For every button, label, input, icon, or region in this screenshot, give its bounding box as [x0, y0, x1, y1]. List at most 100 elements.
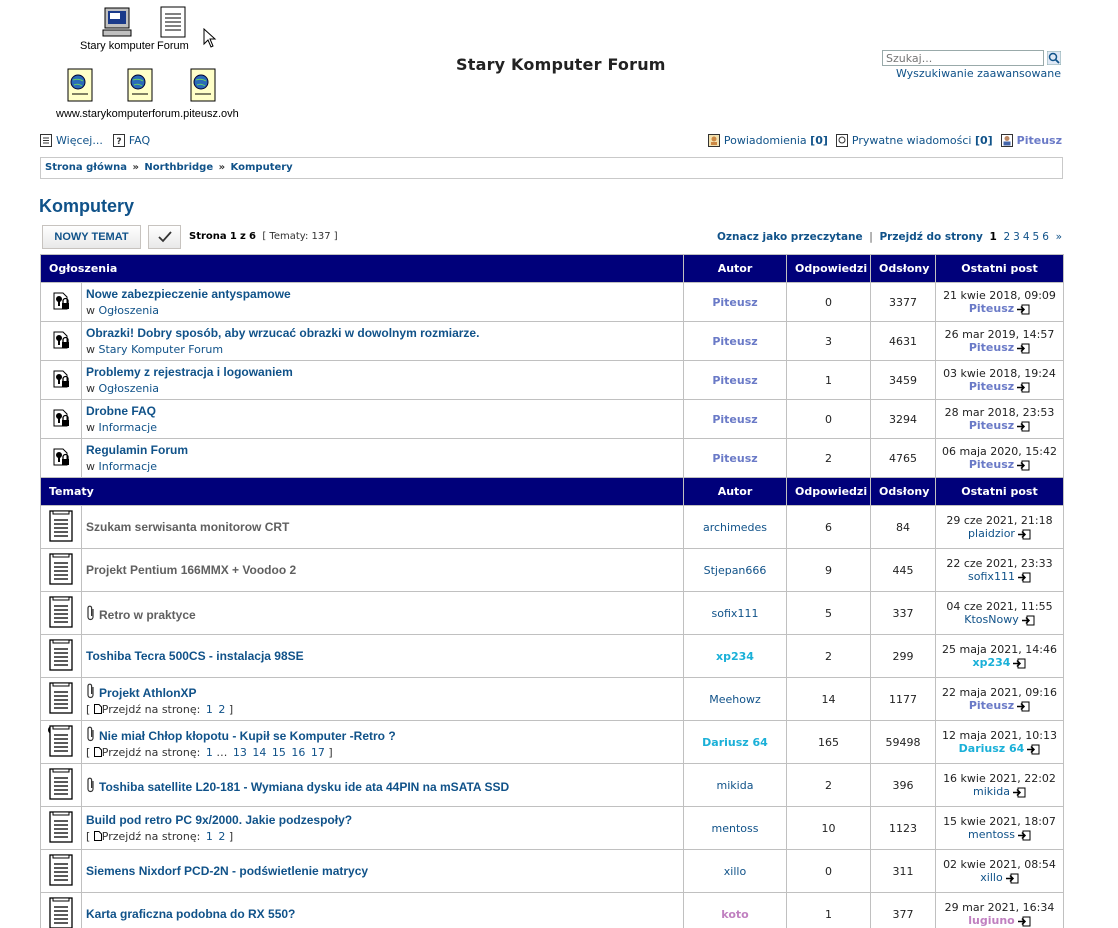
goto-last-post-icon[interactable]	[1016, 343, 1030, 354]
topic-page-link[interactable]: 1	[206, 703, 213, 716]
goto-last-post-icon[interactable]	[1017, 529, 1031, 540]
author-link[interactable]: Dariusz 64	[702, 736, 768, 749]
author-link[interactable]: archimedes	[703, 521, 767, 534]
advanced-search-link[interactable]: Wyszukiwanie zaawansowane	[896, 67, 1061, 80]
last-post-author[interactable]: mentoss	[968, 828, 1015, 841]
new-topic-button[interactable]: NOWY TEMAT	[42, 225, 141, 249]
goto-last-post-icon[interactable]	[1005, 873, 1019, 884]
topic-title-link[interactable]: Problemy z rejestracja i logowaniem	[86, 365, 293, 379]
mark-read-tick-button[interactable]	[148, 225, 181, 249]
topic-page-link[interactable]: 16	[291, 746, 305, 759]
author-link[interactable]: Piteusz	[712, 452, 757, 465]
topic-title-link[interactable]: Regulamin Forum	[86, 443, 188, 457]
topic-page-link[interactable]: 14	[252, 746, 266, 759]
topic-title-link[interactable]: Szukam serwisanta monitorow CRT	[86, 520, 289, 534]
goto-last-post-icon[interactable]	[1016, 421, 1030, 432]
author-link[interactable]: xp234	[716, 650, 754, 663]
topic-title-link[interactable]: Siemens Nixdorf PCD-2N - podświetlenie m…	[86, 864, 368, 878]
more-link[interactable]: Więcej...	[56, 134, 103, 147]
forum-link[interactable]: Informacje	[99, 460, 157, 473]
last-post-author[interactable]: Piteusz	[969, 380, 1014, 393]
goto-last-post-icon[interactable]	[1026, 744, 1040, 755]
topic-page-link[interactable]: 2	[218, 830, 225, 843]
last-post-author[interactable]: Piteusz	[969, 699, 1014, 712]
goto-last-post-icon[interactable]	[1016, 460, 1030, 471]
topic-title-link[interactable]: Karta graficzna podobna do RX 550?	[86, 907, 295, 921]
author-link[interactable]: Stjepan666	[704, 564, 767, 577]
last-post-author[interactable]: mikida	[973, 785, 1010, 798]
last-post-author[interactable]: plaidzior	[968, 527, 1015, 540]
desktop-icon-stary-komputer[interactable]: Stary komputer	[80, 6, 155, 52]
topic-page-link[interactable]: 13	[233, 746, 247, 759]
topic-title-link[interactable]: Toshiba satellite L20-181 - Wymiana dysk…	[99, 780, 509, 794]
topic-title-link[interactable]: Toshiba Tecra 500CS - instalacja 98SE	[86, 649, 304, 663]
author-link[interactable]: Piteusz	[712, 335, 757, 348]
topic-title-link[interactable]: Nie miał Chłop kłopotu - Kupił se Komput…	[99, 729, 396, 743]
author-link[interactable]: Piteusz	[712, 296, 757, 309]
search-icon[interactable]	[1047, 51, 1061, 65]
notifications-link[interactable]: Powiadomienia [0]	[724, 134, 828, 147]
user-profile-link[interactable]: Piteusz	[1017, 134, 1062, 147]
author-link[interactable]: xillo	[724, 865, 746, 878]
author-link[interactable]: Meehowz	[709, 693, 761, 706]
breadcrumb-komputery[interactable]: Komputery	[231, 162, 293, 173]
web-document-icon[interactable]	[126, 68, 154, 102]
topic-title-link[interactable]: Projekt AthlonXP	[99, 686, 197, 700]
last-post-author[interactable]: Piteusz	[969, 341, 1014, 354]
last-post-author[interactable]: KtosNowy	[964, 613, 1018, 626]
last-post-author[interactable]: xillo	[980, 871, 1002, 884]
last-post-author[interactable]: lugiuno	[968, 914, 1014, 927]
topic-title-link[interactable]: Drobne FAQ	[86, 404, 156, 418]
topic-title-link[interactable]: Retro w praktyce	[99, 608, 196, 622]
goto-last-post-icon[interactable]	[1017, 916, 1031, 927]
author-link[interactable]: koto	[721, 908, 748, 921]
goto-last-post-icon[interactable]	[1016, 382, 1030, 393]
topic-page-link[interactable]: 1	[206, 830, 213, 843]
goto-last-post-icon[interactable]	[1012, 787, 1026, 798]
faq-link[interactable]: FAQ	[129, 134, 150, 147]
topic-title-link[interactable]: Projekt Pentium 166MMX + Voodoo 2	[86, 563, 296, 577]
breadcrumb-home[interactable]: Strona główna	[45, 162, 127, 173]
page-number-link[interactable]: 5	[1033, 231, 1040, 243]
author-link[interactable]: sofix111	[712, 607, 759, 620]
last-post-author[interactable]: Piteusz	[969, 419, 1014, 432]
goto-last-post-icon[interactable]	[1017, 830, 1031, 841]
goto-page-link[interactable]: Przejdź do strony	[879, 231, 982, 243]
web-document-icon[interactable]	[66, 68, 94, 102]
last-post-author[interactable]: sofix111	[968, 570, 1015, 583]
topic-title-link[interactable]: Nowe zabezpieczenie antyspamowe	[86, 287, 291, 301]
goto-last-post-icon[interactable]	[1016, 304, 1030, 315]
mark-read-link[interactable]: Oznacz jako przeczytane	[717, 231, 863, 243]
author-link[interactable]: mentoss	[712, 822, 759, 835]
topic-page-link[interactable]: 15	[272, 746, 286, 759]
last-post-author[interactable]: Dariusz 64	[959, 742, 1025, 755]
desktop-icon-forum[interactable]: Forum	[157, 6, 189, 52]
topic-page-link[interactable]: 2	[218, 703, 225, 716]
author-link[interactable]: Piteusz	[712, 374, 757, 387]
page-number-link[interactable]: 4	[1023, 231, 1030, 243]
search-input[interactable]	[882, 50, 1044, 66]
goto-last-post-icon[interactable]	[1016, 701, 1030, 712]
page-number-link[interactable]: 6	[1042, 231, 1049, 243]
goto-last-post-icon[interactable]	[1017, 572, 1031, 583]
last-post-author[interactable]: Piteusz	[969, 302, 1014, 315]
topic-page-link[interactable]: 1	[206, 746, 213, 759]
page-number-link[interactable]: 2	[1003, 231, 1010, 243]
author-link[interactable]: Piteusz	[712, 413, 757, 426]
last-post-author[interactable]: Piteusz	[969, 458, 1014, 471]
page-number-link[interactable]: 3	[1013, 231, 1020, 243]
forum-link[interactable]: Ogłoszenia	[99, 304, 160, 317]
topic-title-link[interactable]: Obrazki! Dobry sposób, aby wrzucać obraz…	[86, 326, 479, 340]
topic-title-link[interactable]: Build pod retro PC 9x/2000. Jakie podzes…	[86, 813, 352, 827]
forum-link[interactable]: Informacje	[99, 421, 157, 434]
goto-last-post-icon[interactable]	[1021, 615, 1035, 626]
private-messages-link[interactable]: Prywatne wiadomości [0]	[852, 134, 993, 147]
web-document-icon[interactable]	[189, 68, 217, 102]
breadcrumb-northbridge[interactable]: Northbridge	[144, 162, 213, 173]
last-post-author[interactable]: xp234	[973, 656, 1011, 669]
next-page-link[interactable]: »	[1056, 231, 1062, 243]
forum-link[interactable]: Stary Komputer Forum	[99, 343, 224, 356]
goto-last-post-icon[interactable]	[1012, 658, 1026, 669]
forum-link[interactable]: Ogłoszenia	[99, 382, 160, 395]
author-link[interactable]: mikida	[717, 779, 754, 792]
